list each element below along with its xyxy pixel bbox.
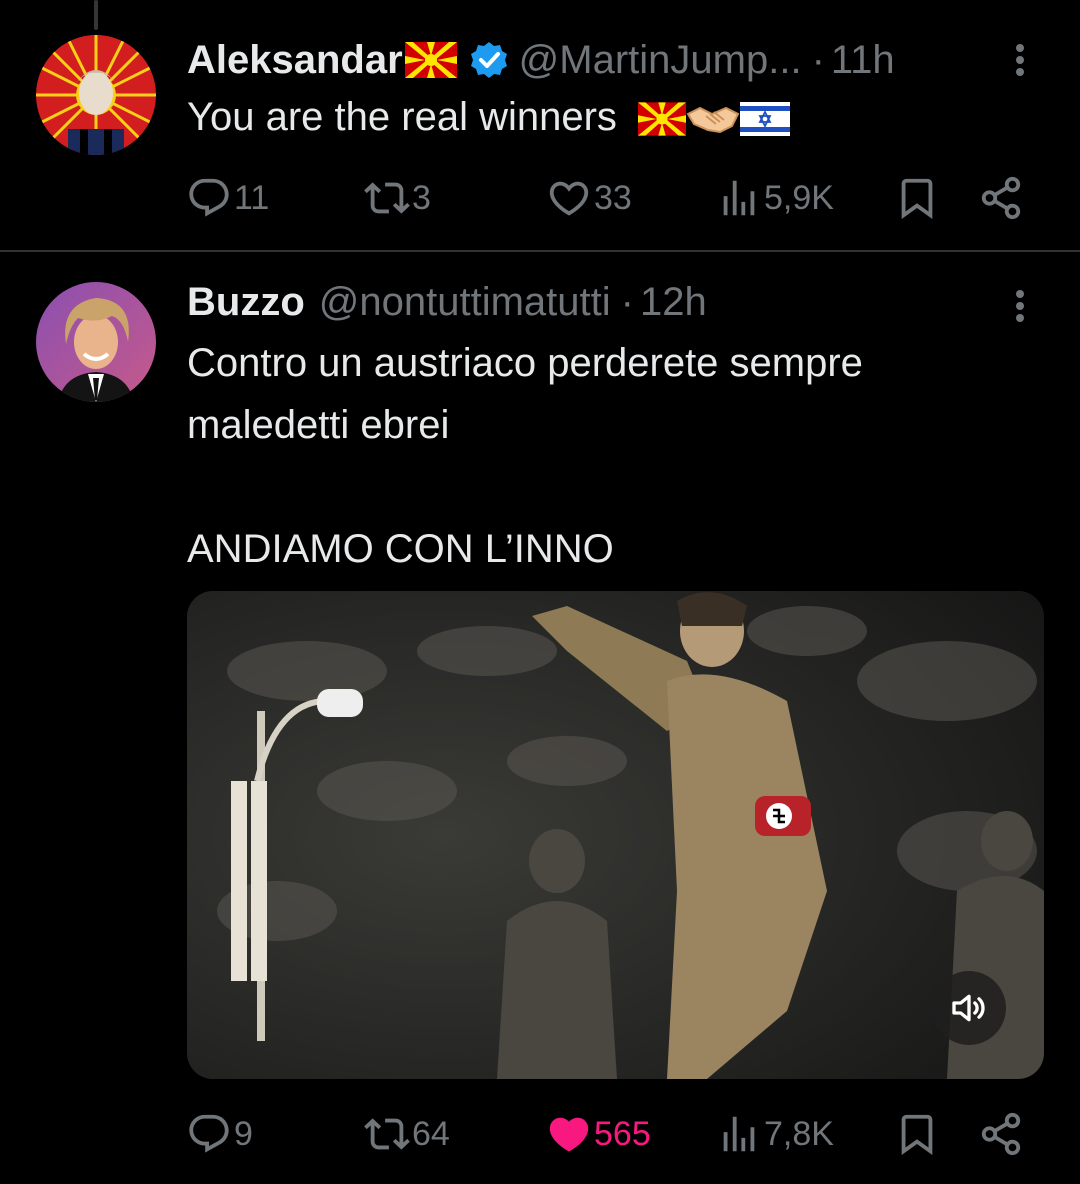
tweet-text-line bbox=[187, 456, 863, 518]
share-icon bbox=[981, 176, 1021, 220]
repost-count: 3 bbox=[412, 178, 431, 217]
tweet-header: Aleksandar @MartinJump... · 11h bbox=[187, 32, 895, 88]
tweet-text: Contro un austriaco perderete sempre mal… bbox=[187, 332, 863, 580]
tweet-2[interactable]: Buzzo @nontuttimatutti · 12h Contro un a… bbox=[0, 252, 1080, 1184]
share-icon bbox=[981, 1112, 1021, 1156]
views-button[interactable]: 7,8K bbox=[716, 1104, 834, 1164]
tweet-text-line: maledetti ebrei bbox=[187, 403, 450, 447]
video-player[interactable] bbox=[187, 591, 1044, 1079]
separator-dot: · bbox=[620, 279, 634, 324]
author-handle[interactable]: @nontuttimatutti bbox=[319, 280, 611, 325]
author-handle[interactable]: @MartinJump... bbox=[519, 38, 802, 83]
tweet-text-line: ANDIAMO CON L’INNO bbox=[187, 527, 614, 571]
israel-flag-icon bbox=[740, 102, 791, 137]
volume-button[interactable] bbox=[932, 971, 1006, 1045]
tweet-actions: 9 64 565 7,8K bbox=[0, 1104, 1080, 1164]
bookmark-button[interactable] bbox=[894, 168, 940, 228]
reply-count: 9 bbox=[234, 1114, 253, 1153]
repost-icon bbox=[364, 1118, 410, 1150]
macedonia-flag-icon bbox=[638, 102, 687, 137]
more-icon[interactable] bbox=[1008, 40, 1032, 80]
tweet-actions: 11 3 33 5,9K bbox=[0, 168, 1080, 228]
verified-icon bbox=[470, 42, 507, 78]
author-name[interactable]: Aleksandar bbox=[187, 38, 403, 83]
tweet-text-line: Contro un austriaco perderete sempre bbox=[187, 341, 863, 385]
reply-button[interactable]: 9 bbox=[186, 1104, 253, 1164]
macedonia-flag-icon bbox=[404, 42, 457, 78]
handshake-icon bbox=[686, 107, 740, 134]
tweet-text-line: You are the real winners bbox=[187, 95, 617, 139]
like-button[interactable]: 565 bbox=[546, 1104, 651, 1164]
reply-button[interactable]: 11 bbox=[186, 168, 269, 228]
share-button[interactable] bbox=[978, 168, 1024, 228]
like-count: 33 bbox=[594, 178, 632, 217]
bookmark-button[interactable] bbox=[894, 1104, 940, 1164]
repost-icon bbox=[364, 182, 410, 214]
like-icon bbox=[549, 1117, 589, 1152]
reply-count: 11 bbox=[234, 178, 270, 217]
tweet-timestamp[interactable]: 11h bbox=[831, 38, 895, 83]
bookmark-icon bbox=[901, 178, 933, 219]
reply-icon bbox=[189, 178, 229, 217]
repost-button[interactable]: 64 bbox=[364, 1104, 450, 1164]
views-button[interactable]: 5,9K bbox=[716, 168, 834, 228]
tweet-1[interactable]: Aleksandar @MartinJump... · 11h You are … bbox=[0, 0, 1080, 250]
view-count: 5,9K bbox=[764, 178, 834, 217]
author-name[interactable]: Buzzo bbox=[187, 280, 305, 325]
more-icon[interactable] bbox=[1008, 286, 1032, 326]
views-icon bbox=[723, 180, 755, 216]
like-button[interactable]: 33 bbox=[546, 168, 632, 228]
repost-count: 64 bbox=[412, 1114, 450, 1153]
reply-icon bbox=[189, 1114, 229, 1153]
like-icon bbox=[549, 181, 589, 216]
avatar[interactable] bbox=[36, 282, 156, 402]
tweet-timestamp[interactable]: 12h bbox=[640, 280, 707, 325]
volume-icon bbox=[952, 994, 985, 1022]
tweet-text: You are the real winners bbox=[187, 86, 791, 148]
share-button[interactable] bbox=[978, 1104, 1024, 1164]
video-frame bbox=[187, 591, 1044, 1079]
emoji-group bbox=[638, 102, 791, 137]
like-count: 565 bbox=[594, 1114, 651, 1153]
view-count: 7,8K bbox=[764, 1114, 834, 1153]
tweet-header: Buzzo @nontuttimatutti · 12h bbox=[187, 274, 707, 330]
bookmark-icon bbox=[901, 1114, 933, 1155]
repost-button[interactable]: 3 bbox=[364, 168, 431, 228]
views-icon bbox=[723, 1116, 755, 1152]
separator-dot: · bbox=[811, 37, 825, 82]
avatar[interactable] bbox=[36, 35, 156, 155]
